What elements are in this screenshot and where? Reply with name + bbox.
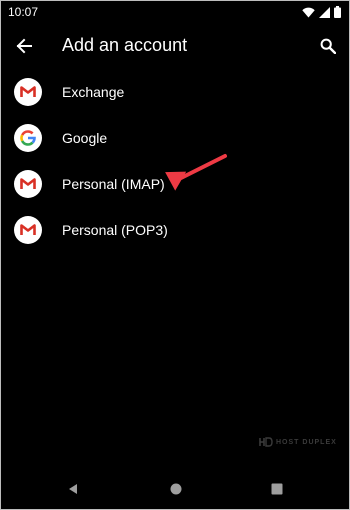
google-icon [14, 124, 42, 152]
search-icon [320, 38, 336, 54]
watermark: HOST DUPLEX [259, 437, 337, 447]
battery-icon [334, 6, 341, 18]
app-bar: Add an account [1, 23, 349, 69]
signal-icon [319, 6, 330, 18]
search-button[interactable] [315, 33, 341, 59]
square-recents-icon [271, 483, 283, 495]
status-bar: 10:07 [1, 1, 349, 23]
gmail-icon [14, 78, 42, 106]
gmail-icon [14, 170, 42, 198]
status-icons [302, 6, 341, 18]
account-item-label: Personal (POP3) [62, 222, 168, 238]
triangle-back-icon [69, 484, 77, 494]
back-button[interactable] [11, 33, 37, 59]
page-title: Add an account [62, 35, 188, 55]
nav-home-button[interactable] [166, 479, 186, 499]
account-item-label: Google [62, 130, 108, 146]
nav-back-button[interactable] [63, 479, 83, 499]
account-item-personal-pop3[interactable]: Personal (POP3) [1, 207, 349, 253]
nav-recents-button[interactable] [267, 479, 287, 499]
phone-screen: 10:07 Add an account Exchange Google Per… [0, 0, 350, 510]
account-item-label: Exchange [62, 84, 125, 100]
account-item-label: Personal (IMAP) [62, 176, 165, 192]
annotation-arrow-icon [165, 154, 227, 191]
back-arrow-icon [16, 38, 32, 54]
gmail-icon [14, 216, 42, 244]
navigation-bar [1, 469, 349, 509]
watermark-text: HOST DUPLEX [276, 438, 337, 446]
status-time: 10:07 [8, 5, 39, 19]
wifi-icon [302, 7, 315, 17]
circle-home-icon [170, 483, 182, 495]
host-duplex-logo-icon [259, 437, 273, 447]
account-item-exchange[interactable]: Exchange [1, 69, 349, 115]
